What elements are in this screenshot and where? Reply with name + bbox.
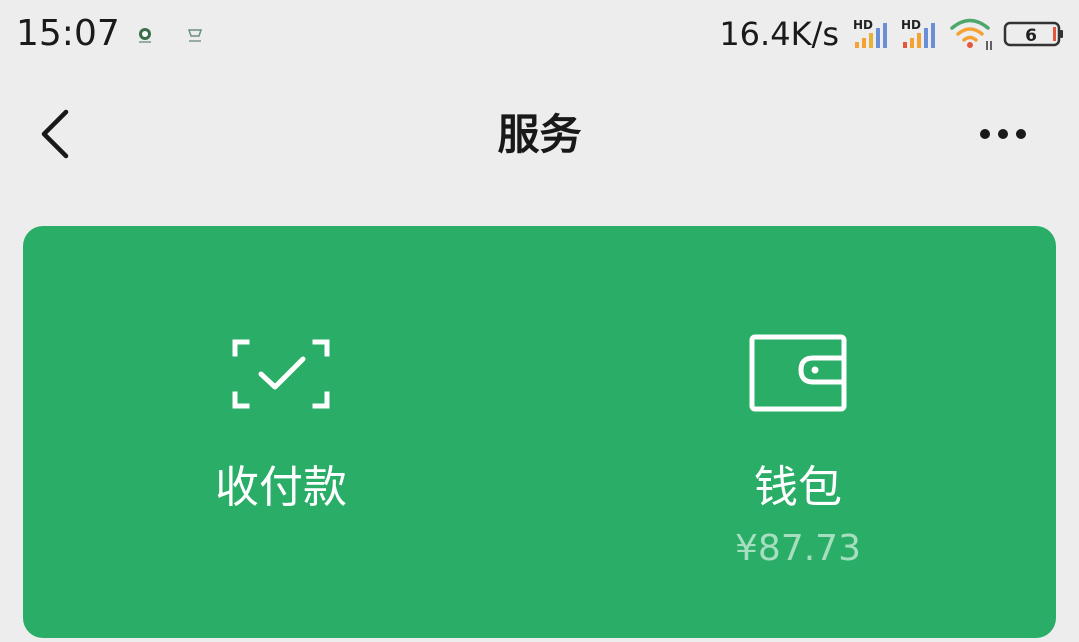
wallet-label: 钱包 <box>754 462 842 513</box>
pay-collect-button[interactable]: 收付款 <box>23 226 539 638</box>
battery-icon: 6 <box>1003 21 1063 47</box>
status-time: 15:07 <box>16 13 120 54</box>
signal-hd-icon: HD <box>853 18 887 48</box>
svg-text:HD: HD <box>901 18 921 32</box>
page-title: 服务 <box>497 110 582 159</box>
network-speed: 16.4K/s <box>719 15 839 53</box>
nav-bar: 服务 <box>0 80 1079 190</box>
more-button[interactable] <box>967 116 1039 152</box>
wallet-button[interactable]: 钱包 ¥87.73 <box>540 226 1056 638</box>
app-notification-icon <box>139 28 151 43</box>
status-right: 16.4K/s HD HD 6 <box>719 12 1065 56</box>
more-dots-icon <box>980 129 1026 139</box>
wallet-balance: ¥87.73 <box>735 528 861 569</box>
status-bar: 15:07 16.4K/s HD HD 6 <box>0 0 1079 70</box>
svg-text:6: 6 <box>1025 26 1037 46</box>
signal-hd-icon: HD <box>901 18 935 48</box>
service-card: 收付款 钱包 ¥87.73 <box>23 226 1056 638</box>
wallet-icon <box>749 334 847 412</box>
svg-text:HD: HD <box>853 18 873 32</box>
wifi-icon <box>950 18 992 50</box>
scan-check-icon <box>232 339 330 409</box>
app-notification-icon <box>187 29 203 42</box>
pay-collect-label: 收付款 <box>215 462 347 513</box>
